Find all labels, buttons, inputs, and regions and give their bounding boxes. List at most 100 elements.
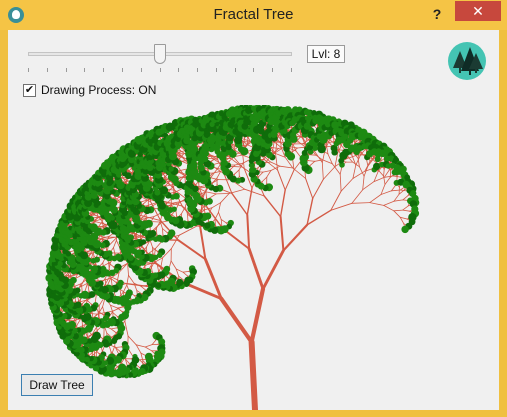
tree-branch (110, 328, 117, 333)
slider-tick (47, 68, 48, 72)
tree-branch (383, 205, 395, 212)
tree-branch (352, 164, 357, 179)
slider-tick (160, 68, 161, 72)
drawing-process-label: Drawing Process: ON (41, 83, 157, 97)
slider-tick (272, 68, 273, 72)
tree-branch (309, 160, 316, 166)
tree-branch (122, 284, 128, 293)
tree-branch (362, 175, 365, 191)
tree-branch (124, 320, 129, 337)
tree-branch (315, 154, 324, 161)
tree-branch (230, 164, 236, 170)
tree-branch (218, 211, 222, 220)
tree-branch (151, 339, 157, 346)
tree-branch (284, 169, 295, 191)
tree-leaf (90, 258, 97, 264)
help-button[interactable]: ? (425, 4, 449, 24)
tree-branch (306, 209, 332, 226)
tree-branch (81, 284, 83, 292)
tree-branch (228, 165, 243, 168)
tree-branch (205, 191, 217, 195)
tree-branch (402, 195, 409, 201)
slider-ticks (28, 68, 292, 73)
tree-branch (393, 199, 404, 202)
tree-branch (393, 193, 400, 202)
slider-tick (122, 68, 123, 72)
tree-branch (205, 191, 207, 199)
tree-branch (393, 209, 404, 212)
tree-branch (383, 200, 395, 206)
slider-tick (291, 68, 292, 72)
drawing-process-checkbox[interactable]: ✔ (23, 84, 36, 97)
tree-branch (182, 270, 190, 273)
tree-branch (358, 166, 365, 177)
tree-branch (369, 202, 385, 206)
tree-branch (231, 192, 249, 216)
tree-branch (117, 307, 123, 313)
tree-branch (402, 209, 411, 212)
tree-branch (279, 189, 286, 218)
title-bar[interactable]: Fractal Tree ? ✕ (0, 0, 507, 30)
tree-branch (309, 154, 317, 156)
slider-tick (84, 68, 85, 72)
slider-tick (28, 68, 29, 72)
tree-branch (362, 181, 375, 191)
tree-branch (249, 286, 266, 345)
tree-branch (140, 285, 146, 291)
level-indicator: Lvl: 8 (307, 45, 345, 63)
tree-branch (261, 176, 268, 182)
tree-branch (402, 205, 409, 211)
tree-branch (246, 213, 251, 250)
tree-branch (277, 169, 286, 191)
app-window: Fractal Tree ? ✕ Lvl: 8 ✔ Drawing Proces… (0, 0, 507, 417)
tree-branch (351, 189, 364, 204)
tree-branch (112, 312, 118, 317)
tree-branch (307, 160, 316, 162)
tree-branch (117, 306, 124, 309)
tree-branch (199, 224, 207, 261)
tree-branch (214, 211, 219, 220)
tree-branch (383, 169, 390, 178)
client-area: Lvl: 8 ✔ Drawing Process: ON Draw Tree (8, 30, 499, 410)
tree-branch (184, 175, 186, 182)
slider-tick (197, 68, 198, 72)
tree-branch (155, 221, 161, 229)
tree-branch (321, 162, 324, 180)
close-button[interactable]: ✕ (455, 1, 501, 21)
tree-branch (234, 169, 240, 175)
tree-branch (248, 339, 258, 410)
slider-tick (178, 68, 179, 72)
tree-branch (393, 210, 401, 218)
level-slider-thumb[interactable] (154, 44, 166, 64)
tree-branch (220, 193, 230, 204)
tree-branch (219, 296, 254, 345)
tree-branch (110, 327, 118, 330)
slider-tick (216, 68, 217, 72)
tree-branch (127, 335, 137, 346)
slider-tick (141, 68, 142, 72)
tree-branch (389, 170, 392, 178)
tree-branch (351, 202, 371, 204)
tree-branch (170, 260, 177, 270)
tree-branch (128, 274, 135, 284)
tree-branch (279, 215, 285, 252)
slider-tick (103, 68, 104, 72)
tree-branch (144, 344, 153, 348)
tree-branch (247, 247, 265, 291)
tree-branch (347, 156, 354, 163)
tree-branch (214, 218, 216, 226)
tree-branch (115, 346, 122, 348)
tree-branch (261, 249, 285, 291)
tree-branch (177, 239, 207, 261)
tree-branch (203, 205, 206, 213)
tree-branch (369, 194, 382, 203)
tree-branch (144, 346, 153, 352)
tree-canvas (45, 105, 420, 410)
tree-branch (322, 166, 336, 180)
tree-branch (305, 177, 314, 199)
tree-logo-icon (448, 42, 486, 80)
tree-branch (91, 310, 94, 318)
tree-branch (263, 195, 282, 218)
tree-branch (340, 178, 354, 192)
tree-branch (160, 257, 164, 268)
